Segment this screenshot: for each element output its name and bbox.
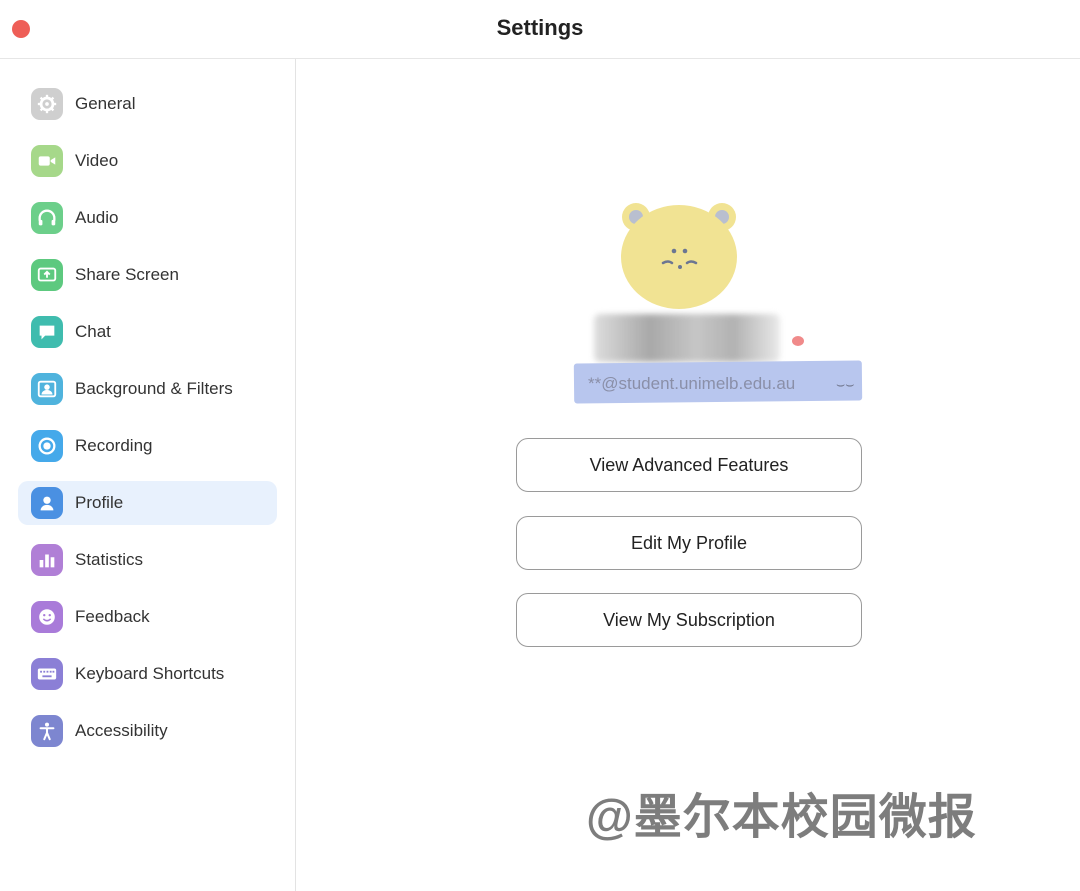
account-badge-icon: [792, 336, 804, 346]
smiley-icon: [31, 601, 63, 633]
sidebar-item-label: Keyboard Shortcuts: [75, 664, 225, 683]
sidebar-item-label: Share Screen: [75, 265, 179, 284]
bar-chart-icon: [31, 544, 63, 576]
profile-panel: **@student.unimelb.edu.au ⌣⌣ View Advanc…: [296, 59, 1080, 891]
sidebar-item-background-filters[interactable]: Background & Filters: [18, 367, 277, 411]
view-my-subscription-button[interactable]: View My Subscription: [516, 593, 862, 647]
title-bar: Settings: [0, 0, 1080, 59]
watermark: @墨尔本校园微报: [586, 791, 977, 844]
sidebar-item-label: Profile: [75, 493, 124, 512]
hide-email-icon[interactable]: ⌣⌣: [836, 376, 854, 393]
sidebar-item-audio[interactable]: Audio: [18, 196, 277, 240]
chat-bubble-icon: [31, 316, 63, 348]
profile-email: **@student.unimelb.edu.au: [588, 374, 796, 393]
edit-my-profile-button[interactable]: Edit My Profile: [516, 516, 862, 570]
sidebar-item-video[interactable]: Video: [18, 139, 277, 183]
sidebar-item-share-screen[interactable]: Share Screen: [18, 253, 277, 297]
sidebar-item-label: Audio: [75, 208, 119, 227]
person-icon: [31, 487, 63, 519]
record-icon: [31, 430, 63, 462]
sidebar-item-feedback[interactable]: Feedback: [18, 595, 277, 639]
sidebar-item-label: Statistics: [75, 550, 144, 569]
accessibility-icon: [31, 715, 63, 747]
sidebar-item-keyboard-shortcuts[interactable]: Keyboard Shortcuts: [18, 652, 277, 696]
sidebar-item-label: Video: [75, 151, 119, 170]
sidebar-item-general[interactable]: General: [18, 82, 277, 126]
sidebar-item-statistics[interactable]: Statistics: [18, 538, 277, 582]
video-camera-icon: [31, 145, 63, 177]
sidebar-item-label: Chat: [75, 322, 111, 341]
profile-name-redacted: [594, 314, 780, 362]
sidebar-item-label: Recording: [75, 436, 153, 455]
sidebar-item-accessibility[interactable]: Accessibility: [18, 709, 277, 753]
window-title: Settings: [496, 15, 584, 40]
headphones-icon: [31, 202, 63, 234]
sidebar-item-chat[interactable]: Chat: [18, 310, 277, 354]
sidebar-item-label: Accessibility: [75, 721, 168, 740]
sidebar-item-recording[interactable]: Recording: [18, 424, 277, 468]
avatar[interactable]: [616, 197, 742, 312]
settings-window: Settings General Video Audio Share Scree…: [0, 0, 1080, 891]
keyboard-icon: [31, 658, 63, 690]
settings-sidebar: General Video Audio Share Screen Chat Ba…: [0, 59, 296, 891]
person-portrait-icon: [31, 373, 63, 405]
gear-icon: [31, 88, 63, 120]
sidebar-item-label: General: [75, 94, 136, 113]
sidebar-item-profile[interactable]: Profile: [18, 481, 277, 525]
share-screen-icon: [31, 259, 63, 291]
sidebar-item-label: Background & Filters: [75, 379, 233, 398]
sidebar-item-label: Feedback: [75, 607, 150, 626]
view-advanced-features-button[interactable]: View Advanced Features: [516, 438, 862, 492]
